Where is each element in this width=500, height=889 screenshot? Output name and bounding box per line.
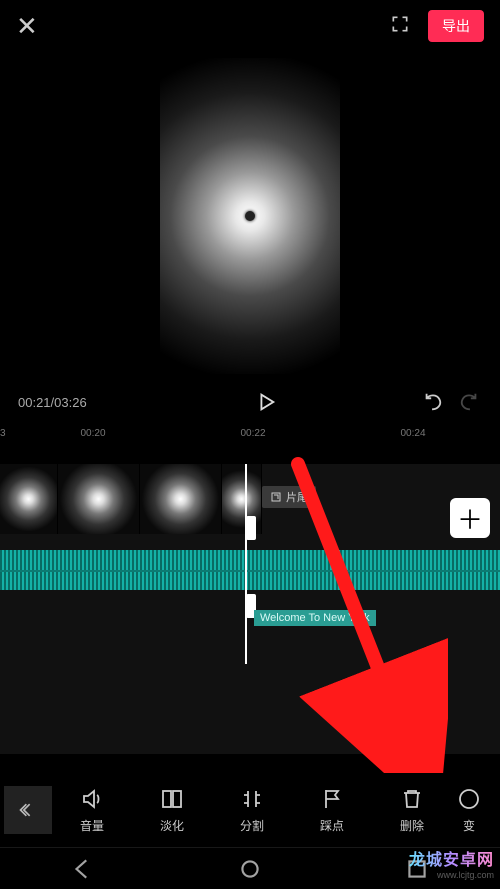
tool-label: 音量 bbox=[80, 817, 104, 834]
tool-fade[interactable]: 淡化 bbox=[132, 787, 212, 834]
clip-thumbnail[interactable] bbox=[222, 464, 262, 534]
preview-frame bbox=[160, 58, 340, 374]
tool-split[interactable]: 分割 bbox=[212, 787, 292, 834]
clip-thumbnail[interactable] bbox=[0, 464, 58, 534]
undo-button[interactable] bbox=[420, 389, 446, 415]
time-display: 00:21/03:26 bbox=[18, 395, 112, 410]
tool-delete[interactable]: 删除 bbox=[372, 787, 452, 834]
fullscreen-icon[interactable] bbox=[390, 14, 410, 39]
audio-clip[interactable] bbox=[0, 550, 500, 590]
ruler-tick: 00:20 bbox=[18, 428, 168, 446]
waveform bbox=[0, 550, 500, 590]
clip-thumbnail[interactable] bbox=[58, 464, 140, 534]
tail-tag[interactable]: 片尾 bbox=[262, 486, 316, 508]
total-time: 03:26 bbox=[54, 395, 87, 410]
play-button[interactable] bbox=[255, 391, 277, 413]
playhead[interactable] bbox=[245, 464, 247, 664]
tool-speed[interactable]: 变 bbox=[452, 787, 486, 834]
audio-title: Welcome To New York bbox=[254, 610, 376, 626]
export-button[interactable]: 导出 bbox=[428, 10, 484, 42]
split-icon bbox=[240, 787, 264, 811]
nav-recent-icon[interactable] bbox=[404, 856, 430, 882]
fade-icon bbox=[160, 787, 184, 811]
audio-track[interactable] bbox=[0, 550, 500, 590]
video-preview[interactable] bbox=[0, 52, 500, 380]
tool-label: 踩点 bbox=[320, 817, 344, 834]
toolbar-back-button[interactable] bbox=[4, 786, 52, 834]
speed-icon bbox=[457, 787, 481, 811]
tool-label: 删除 bbox=[400, 817, 424, 834]
tool-volume[interactable]: 音量 bbox=[52, 787, 132, 834]
ruler-tick: 3 bbox=[0, 428, 18, 446]
tool-label: 淡化 bbox=[160, 817, 184, 834]
ruler-tick: 00:24 bbox=[338, 428, 488, 446]
tool-bar: 音量 淡化 分割 踩点 删除 变 bbox=[0, 773, 500, 847]
redo-button[interactable] bbox=[456, 389, 482, 415]
clip-handle[interactable] bbox=[246, 516, 256, 540]
timeline-ruler[interactable]: 3 00:20 00:22 00:24 bbox=[0, 424, 500, 446]
timeline[interactable]: 片尾 ＋ Welcome To New York bbox=[0, 464, 500, 754]
volume-icon bbox=[80, 787, 104, 811]
clip-thumbnail[interactable] bbox=[140, 464, 222, 534]
tail-label: 片尾 bbox=[286, 489, 308, 505]
trash-icon bbox=[400, 787, 424, 811]
tool-beat[interactable]: 踩点 bbox=[292, 787, 372, 834]
tool-label: 变 bbox=[463, 817, 475, 834]
add-clip-button[interactable]: ＋ bbox=[450, 498, 490, 538]
current-time: 00:21 bbox=[18, 395, 51, 410]
tool-label: 分割 bbox=[240, 817, 264, 834]
flag-icon bbox=[320, 787, 344, 811]
system-nav-bar bbox=[0, 847, 500, 889]
ruler-tick: 00:22 bbox=[168, 428, 338, 446]
nav-back-icon[interactable] bbox=[70, 856, 96, 882]
tail-icon bbox=[270, 491, 282, 503]
nav-home-icon[interactable] bbox=[237, 856, 263, 882]
close-button[interactable]: ✕ bbox=[16, 11, 38, 42]
